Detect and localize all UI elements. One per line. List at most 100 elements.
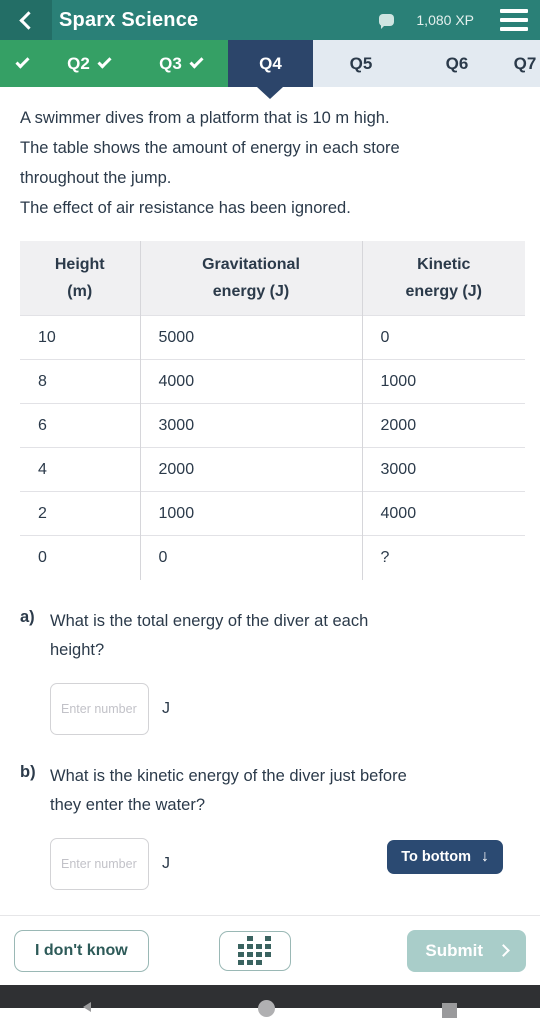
submit-button[interactable]: Submit [407, 929, 526, 972]
table-row: 10 5000 0 [20, 315, 525, 360]
cell-kinetic: ? [362, 535, 525, 580]
android-recents-icon[interactable] [441, 1003, 457, 1018]
part-a-number-input[interactable] [50, 682, 149, 735]
calc-cell [247, 944, 254, 949]
header-grav-line1: Gravitational [202, 256, 300, 273]
table-header-row: Height (m) Gravitational energy (J) Kine… [20, 241, 525, 316]
check-icon [14, 54, 30, 69]
calc-cell [265, 944, 272, 949]
xp-counter: 1,080 XP [416, 12, 474, 28]
to-bottom-label: To bottom [401, 848, 471, 865]
energy-table-body: 10 5000 0 8 4000 1000 6 3000 2000 4 2000… [20, 315, 525, 580]
tab-q7-label: Q7 [513, 53, 537, 73]
arrow-down-icon: ↓ [481, 847, 489, 865]
action-footer: I don't know Submit [0, 915, 540, 985]
calc-cell [247, 960, 254, 965]
submit-label: Submit [425, 940, 483, 960]
calc-cell [256, 936, 262, 941]
question-tab-bar: Q2 Q3 Q4 Q5 Q6 Q7 [0, 40, 540, 99]
check-icon [189, 54, 204, 69]
part-b-text-line2: they enter the water? [50, 795, 206, 814]
calc-cell [265, 960, 271, 965]
app-title: Sparx Science [59, 8, 199, 31]
part-b-label: b) [20, 762, 36, 781]
active-tab-pointer [257, 87, 283, 99]
tab-q7[interactable]: Q7 [505, 40, 540, 87]
to-bottom-button[interactable]: To bottom ↓ [387, 839, 503, 874]
table-row: 6 3000 2000 [20, 403, 525, 448]
header-height-line2: (m) [67, 283, 93, 300]
calculator-button[interactable] [218, 930, 291, 971]
calc-cell [256, 960, 263, 965]
stem-line-4: The effect of air resistance has been ig… [20, 199, 351, 217]
stem-line-2: The table shows the amount of energy in … [20, 139, 400, 157]
part-a-unit-label: J [162, 699, 170, 717]
tab-q4[interactable]: Q4 [228, 40, 313, 87]
part-b-body: What is the kinetic energy of the diver … [50, 762, 522, 890]
tab-q3[interactable]: Q3 [134, 40, 228, 87]
header-grav-line2: energy (J) [212, 283, 290, 300]
cell-kinetic: 4000 [362, 491, 525, 536]
check-icon [97, 54, 112, 69]
calc-cell [238, 944, 245, 949]
tab-q6[interactable]: Q6 [409, 40, 505, 87]
energy-table-head: Height (m) Gravitational energy (J) Kine… [20, 241, 525, 316]
part-b-number-input[interactable] [50, 837, 149, 890]
chevron-left-icon [18, 10, 38, 30]
part-b-answer-row: J To bottom ↓ [50, 837, 522, 890]
calc-cell [247, 952, 254, 957]
part-a-text-line2: height? [50, 640, 105, 659]
tab-q2[interactable]: Q2 [44, 40, 134, 87]
column-header-height: Height (m) [20, 241, 141, 316]
cell-height: 2 [20, 491, 141, 536]
cell-kinetic: 1000 [362, 359, 525, 404]
chat-bubble-shape [378, 14, 394, 29]
tab-q5[interactable]: Q5 [313, 40, 409, 87]
table-row: 0 0 ? [20, 535, 525, 580]
cell-gravitational: 5000 [140, 315, 363, 360]
part-a-label: a) [20, 607, 35, 626]
cell-gravitational: 1000 [140, 491, 363, 536]
question-part-a: a) What is the total energy of the diver… [20, 607, 522, 735]
header-kin-line1: Kinetic [417, 256, 471, 273]
cell-gravitational: 3000 [140, 403, 363, 448]
header-kin-line2: energy (J) [405, 283, 482, 300]
burger-line [500, 18, 528, 22]
calc-cell [256, 944, 263, 949]
cell-height: 0 [20, 535, 141, 580]
part-b-text-line1: What is the kinetic energy of the diver … [50, 766, 407, 785]
energy-table: Height (m) Gravitational energy (J) Kine… [20, 241, 525, 580]
tab-q1[interactable] [0, 40, 44, 87]
android-back-icon[interactable] [83, 1002, 92, 1012]
calc-cell [238, 952, 245, 957]
stem-line-1: A swimmer dives from a platform that is … [20, 109, 390, 127]
table-row: 4 2000 3000 [20, 447, 525, 492]
cell-height: 10 [20, 315, 141, 360]
cell-kinetic: 0 [362, 315, 525, 360]
column-header-gravitational: Gravitational energy (J) [140, 241, 363, 316]
tab-q4-label: Q4 [259, 53, 282, 73]
calculator-icon [238, 936, 272, 965]
part-a-text: What is the total energy of the diver at… [50, 607, 522, 665]
calc-cell [238, 936, 244, 941]
column-header-kinetic: Kinetic energy (J) [362, 241, 525, 316]
part-a-text-line1: What is the total energy of the diver at… [50, 611, 369, 630]
tab-q3-label: Q3 [159, 53, 182, 73]
question-stem: A swimmer dives from a platform that is … [20, 103, 522, 223]
calc-cell [247, 936, 254, 941]
back-button[interactable] [0, 0, 52, 40]
cell-kinetic: 2000 [362, 403, 525, 448]
part-a-answer-row: J [50, 682, 522, 735]
burger-line [500, 27, 528, 31]
cell-height: 6 [20, 403, 141, 448]
chat-bubble-icon[interactable] [374, 0, 398, 40]
calc-cell [265, 952, 272, 957]
burger-line [500, 9, 528, 13]
i-dont-know-button[interactable]: I don't know [14, 929, 149, 972]
cell-gravitational: 2000 [140, 447, 363, 492]
hamburger-menu-icon[interactable] [488, 0, 540, 40]
header-right-group: 1,080 XP [374, 0, 540, 40]
header-height-line1: Height [54, 256, 105, 273]
android-home-icon[interactable] [257, 1000, 275, 1017]
tab-q5-label: Q5 [349, 53, 373, 73]
